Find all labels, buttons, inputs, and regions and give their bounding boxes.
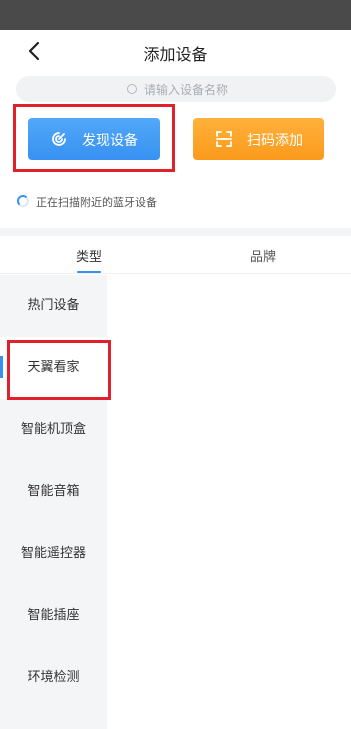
sidebar-item-smart-remote[interactable]: 智能遥控器 xyxy=(0,523,107,585)
tab-active-indicator xyxy=(77,271,101,273)
tab-type[interactable]: 类型 xyxy=(76,246,102,265)
search-placeholder: 请输入设备名称 xyxy=(144,83,229,97)
sidebar-item-smart-set-top-box[interactable]: 智能机顶盒 xyxy=(0,399,107,461)
tab-brand[interactable]: 品牌 xyxy=(250,246,276,265)
sidebar-item-environment-monitor[interactable]: 环境检测 xyxy=(0,647,107,709)
page-header: 添加设备 xyxy=(0,30,351,72)
scan-frame-icon xyxy=(216,131,232,147)
section-divider xyxy=(0,228,351,236)
search-icon xyxy=(127,84,137,94)
highlight-box xyxy=(13,104,175,172)
device-list-panel xyxy=(107,275,351,729)
scan-status-text: 正在扫描附近的蓝牙设备 xyxy=(36,196,157,209)
page-title: 添加设备 xyxy=(143,45,208,64)
sidebar-item-smart-speaker[interactable]: 智能音箱 xyxy=(0,461,107,523)
highlight-box xyxy=(7,340,111,400)
status-bar xyxy=(0,0,351,30)
selected-indicator xyxy=(0,356,3,378)
scan-code-button[interactable]: 扫码添加 xyxy=(193,118,324,160)
search-input[interactable]: 请输入设备名称 xyxy=(16,76,336,102)
sidebar-item-smart-plug[interactable]: 智能插座 xyxy=(0,585,107,647)
category-tabs: 类型 品牌 xyxy=(0,236,351,274)
loading-spinner-icon xyxy=(17,195,29,207)
sidebar-item-hot-devices[interactable]: 热门设备 xyxy=(0,275,107,337)
scan-code-label: 扫码添加 xyxy=(247,133,303,149)
